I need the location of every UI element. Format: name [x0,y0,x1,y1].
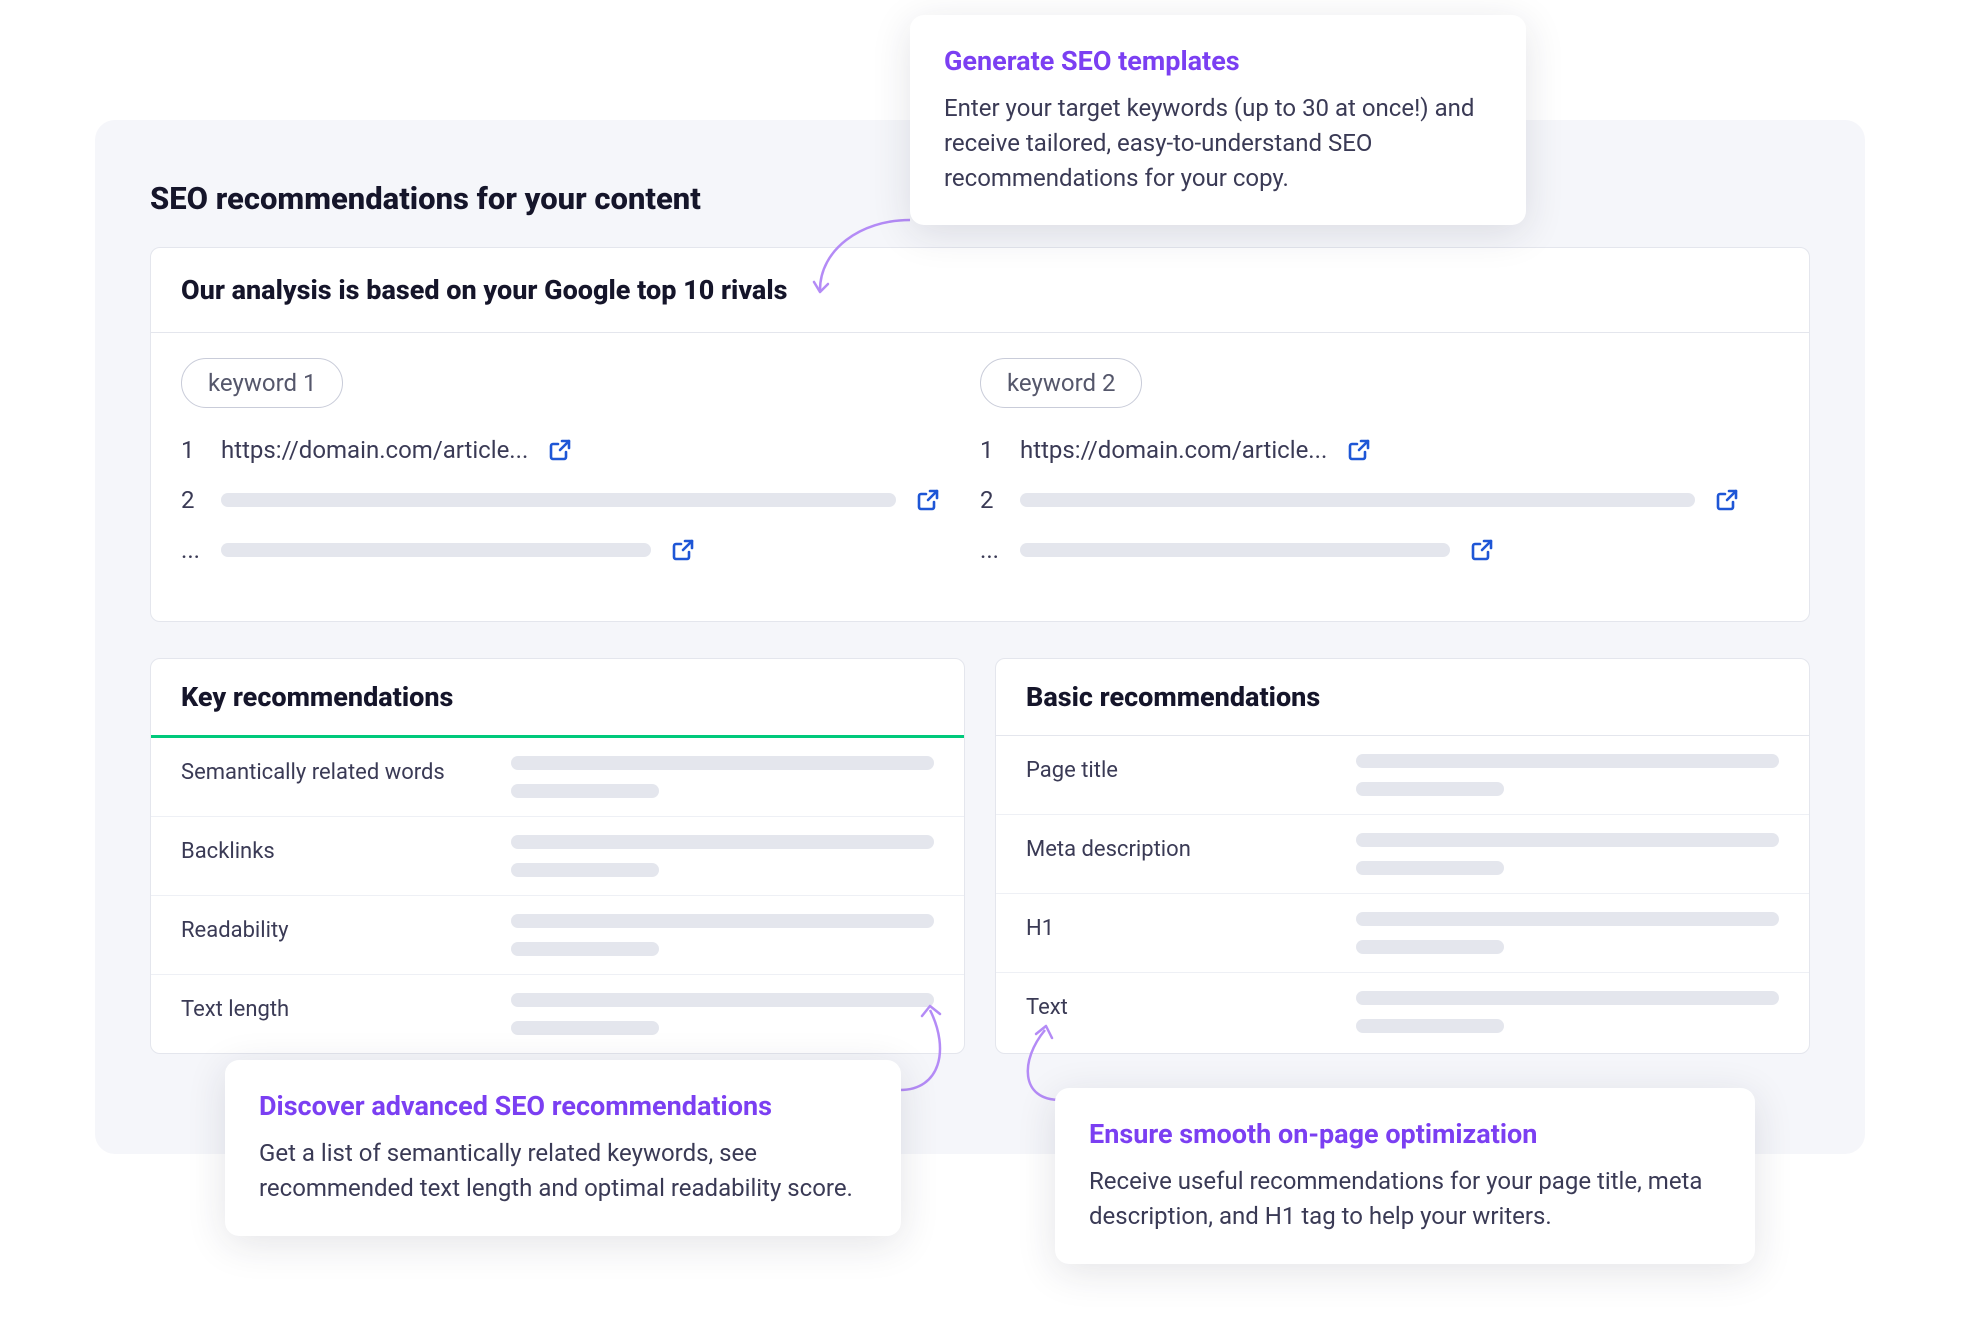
rival-index: ... [181,536,201,564]
external-link-icon[interactable] [1715,488,1739,512]
placeholder-bar [221,493,896,507]
placeholder-bars [511,835,934,877]
rec-row: Semantically related words [151,738,964,817]
rec-label: Semantically related words [181,756,471,785]
rival-url[interactable]: https://domain.com/article... [1020,436,1327,464]
placeholder-bars [511,914,934,956]
rival-index: 1 [181,436,201,464]
rec-row: Backlinks [151,817,964,896]
rec-label: Backlinks [181,835,471,864]
placeholder-bars [511,756,934,798]
callout-body: Get a list of semantically related keywo… [259,1136,867,1206]
rec-label: Meta description [1026,833,1316,862]
placeholder-bars [511,993,934,1035]
rival-row: 1 https://domain.com/article... [181,436,940,464]
seo-panel: SEO recommendations for your content Our… [95,120,1865,1154]
rec-row: H1 [996,894,1809,973]
card-header: Basic recommendations [996,659,1809,736]
rec-row: Text length [151,975,964,1053]
rival-index: 2 [181,486,201,514]
analysis-header: Our analysis is based on your Google top… [151,248,1809,333]
placeholder-bars [1356,991,1779,1033]
key-recommendations-card: Key recommendations Semantically related… [150,658,965,1054]
card-header: Key recommendations [151,659,964,738]
callout-title: Ensure smooth on-page optimization [1089,1118,1721,1150]
rival-index: ... [980,536,1000,564]
placeholder-bars [1356,912,1779,954]
rec-label: Text length [181,993,471,1022]
keyword-pill[interactable]: keyword 2 [980,358,1142,408]
rival-row: 1 https://domain.com/article... [980,436,1739,464]
rival-row: 2 [980,486,1739,514]
external-link-icon[interactable] [671,538,695,562]
rec-label: Readability [181,914,471,943]
rec-row: Page title [996,736,1809,815]
keyword-column-2: keyword 2 1 https://domain.com/article..… [980,358,1779,586]
external-link-icon[interactable] [1470,538,1494,562]
callout-title: Discover advanced SEO recommendations [259,1090,867,1122]
arrow-icon [800,210,920,300]
rec-row: Meta description [996,815,1809,894]
placeholder-bars [1356,833,1779,875]
rec-row: Readability [151,896,964,975]
rival-row: 2 [181,486,940,514]
external-link-icon[interactable] [916,488,940,512]
callout-generate-templates: Generate SEO templates Enter your target… [910,15,1526,225]
rival-index: 2 [980,486,1000,514]
rec-label: Text [1026,991,1316,1020]
keyword-pill[interactable]: keyword 1 [181,358,343,408]
analysis-body: keyword 1 1 https://domain.com/article..… [151,333,1809,621]
placeholder-bar [1020,543,1450,557]
basic-recommendations-card: Basic recommendations Page title Meta de… [995,658,1810,1054]
callout-title: Generate SEO templates [944,45,1492,77]
callout-body: Enter your target keywords (up to 30 at … [944,91,1492,195]
analysis-card: Our analysis is based on your Google top… [150,247,1810,622]
rec-label: H1 [1026,912,1316,941]
keyword-column-1: keyword 1 1 https://domain.com/article..… [181,358,980,586]
rival-row: ... [181,536,940,564]
rival-url[interactable]: https://domain.com/article... [221,436,528,464]
external-link-icon[interactable] [1347,438,1371,462]
callout-body: Receive useful recommendations for your … [1089,1164,1721,1234]
placeholder-bar [221,543,651,557]
callout-onpage-optimization: Ensure smooth on-page optimization Recei… [1055,1088,1755,1264]
placeholder-bar [1020,493,1695,507]
rival-index: 1 [980,436,1000,464]
rec-label: Page title [1026,754,1316,783]
external-link-icon[interactable] [548,438,572,462]
callout-advanced-recs: Discover advanced SEO recommendations Ge… [225,1060,901,1236]
rival-row: ... [980,536,1739,564]
recommendations-row: Key recommendations Semantically related… [150,658,1810,1054]
arrow-icon [890,1000,970,1100]
placeholder-bars [1356,754,1779,796]
rec-row: Text [996,973,1809,1051]
